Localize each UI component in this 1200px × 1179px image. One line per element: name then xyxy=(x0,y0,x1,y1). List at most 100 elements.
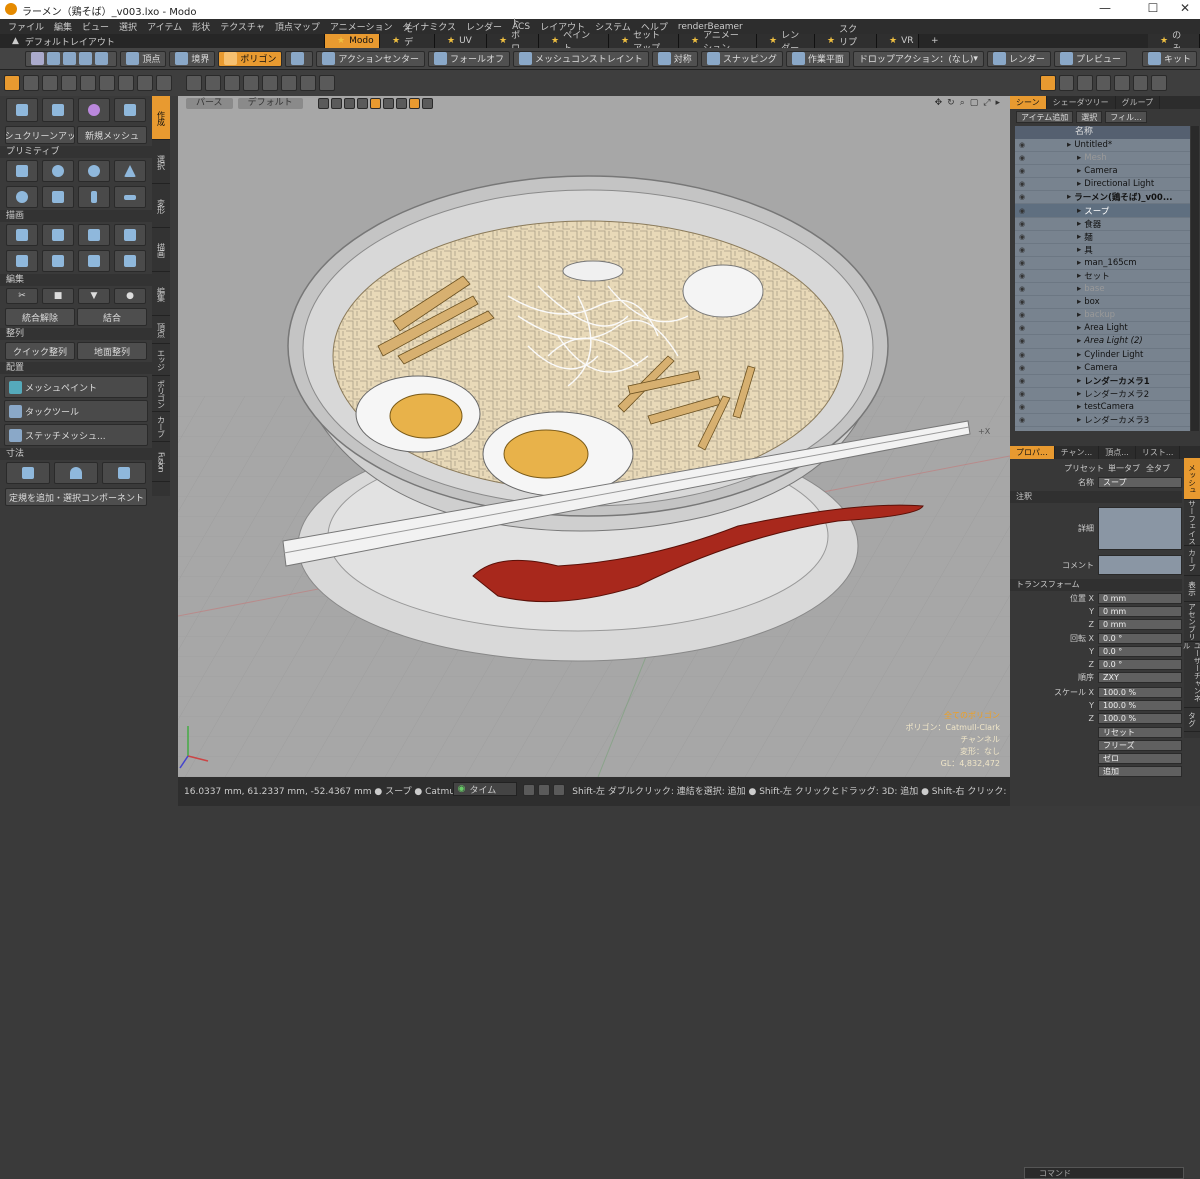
key-icon[interactable] xyxy=(538,784,551,796)
menu-view[interactable]: ビュー xyxy=(82,20,109,33)
plane-icon[interactable] xyxy=(114,186,146,208)
visibility-eye-icon[interactable]: ◉ xyxy=(1015,298,1029,306)
menu-texture[interactable]: テクスチャ xyxy=(220,20,265,33)
mesh-cleanup-button[interactable]: メッシュクリーンアップ... xyxy=(5,126,75,144)
filter-button[interactable]: フィル... xyxy=(1105,110,1147,123)
tab-groups[interactable]: グループ xyxy=(1116,96,1161,109)
visibility-eye-icon[interactable]: ◉ xyxy=(1015,324,1029,332)
edit-section[interactable]: 編集 xyxy=(0,274,152,286)
snap-grid-icon[interactable] xyxy=(205,75,221,91)
ground-align-button[interactable]: 地面整列 xyxy=(77,342,147,360)
command-input[interactable]: コマンド xyxy=(1024,1167,1184,1179)
tab-modo[interactable]: ★ Modo xyxy=(325,34,380,48)
filter-icon[interactable] xyxy=(356,97,368,109)
curve-draw-icon[interactable] xyxy=(6,250,38,272)
add-tab-button[interactable]: + xyxy=(919,34,943,48)
preset-label[interactable]: プリセット xyxy=(1010,463,1108,474)
maximize-button[interactable]: ☐ xyxy=(1138,1,1168,15)
tab-animation[interactable]: ★アニメーション xyxy=(679,31,757,54)
torus-icon[interactable] xyxy=(6,186,38,208)
single-tab-option[interactable]: 単一タブ xyxy=(1108,463,1140,474)
visibility-eye-icon[interactable]: ◉ xyxy=(1015,272,1029,280)
unmerge-button[interactable]: 統合解除 xyxy=(5,308,75,326)
snapping-button[interactable]: スナッピング xyxy=(700,50,783,67)
fit-icon[interactable]: ▢ xyxy=(970,98,979,108)
element-move-icon[interactable] xyxy=(80,75,96,91)
spiral-icon[interactable] xyxy=(114,250,146,272)
rotate-view-icon[interactable]: ↻ xyxy=(947,98,955,108)
tab-vr[interactable]: ★ VR xyxy=(877,34,919,48)
visibility-eye-icon[interactable]: ◉ xyxy=(1015,377,1029,385)
tab-script[interactable]: ★スクリプト xyxy=(815,25,877,61)
comment-field[interactable] xyxy=(1098,555,1182,575)
display-icon[interactable] xyxy=(343,97,355,109)
workplane-tool-icon[interactable] xyxy=(137,75,153,91)
settings-icon[interactable] xyxy=(421,97,433,109)
select-tools[interactable] xyxy=(25,50,118,67)
ptab-surface[interactable]: サーフェイス xyxy=(1184,500,1200,546)
quick-align-button[interactable]: クイック整列 xyxy=(5,342,75,360)
scene-item[interactable]: ◉ ▸ セット xyxy=(1015,270,1190,284)
action-center-button[interactable]: アクションセンター xyxy=(316,50,425,67)
scale-y-field[interactable]: 100.0 % xyxy=(1098,700,1182,711)
menu-system[interactable]: システム xyxy=(595,20,631,33)
tab-channels[interactable]: チャン... xyxy=(1055,446,1100,459)
scene-item[interactable]: ◉ ▸ testCamera xyxy=(1015,401,1190,414)
lock-icon[interactable] xyxy=(408,97,420,109)
visibility-eye-icon[interactable]: ◉ xyxy=(1015,351,1029,359)
notes-section[interactable]: 注釈 xyxy=(1010,491,1182,503)
shaded-icon[interactable] xyxy=(262,75,278,91)
maximize-view-icon[interactable]: ⤢ xyxy=(983,98,990,108)
eye-icon[interactable] xyxy=(382,97,394,109)
tab-render[interactable]: ★レンダー xyxy=(757,31,815,54)
visibility-eye-icon[interactable]: ◉ xyxy=(1015,220,1029,228)
add-item-button[interactable]: アイテム追加 xyxy=(1016,110,1074,123)
vtab-polygon[interactable]: ポリゴン xyxy=(152,376,170,412)
pivot-tool-icon[interactable] xyxy=(118,75,134,91)
rotation-y-field[interactable]: 0.0 ° xyxy=(1098,646,1182,657)
tab-uv[interactable]: ★ UV xyxy=(435,34,487,48)
place-section[interactable]: 配置 xyxy=(0,362,152,374)
scene-item[interactable]: ◉ ▸ レンダーカメラ2 xyxy=(1015,388,1190,401)
scene-item[interactable]: ◉ ▸ Mesh xyxy=(1015,152,1190,166)
sketch-icon[interactable] xyxy=(42,224,74,246)
transform-icon-button[interactable] xyxy=(6,98,38,122)
visibility-eye-icon[interactable]: ◉ xyxy=(1015,233,1029,241)
visibility-eye-icon[interactable]: ◉ xyxy=(1015,311,1029,319)
menu-item[interactable]: アイテム xyxy=(147,20,182,33)
pen-icon[interactable] xyxy=(6,224,38,246)
visibility-eye-icon[interactable]: ◉ xyxy=(1015,193,1029,201)
perspective-label[interactable]: パース xyxy=(186,97,233,109)
ruler-icon[interactable] xyxy=(6,462,50,484)
dimension-section[interactable]: 寸法 xyxy=(0,448,152,460)
grid-icon[interactable] xyxy=(186,75,202,91)
item-mode-button[interactable] xyxy=(285,50,314,67)
zero-dropdown[interactable]: ゼロ xyxy=(1098,753,1182,764)
capsule-icon[interactable] xyxy=(78,160,110,182)
sphere-preview-icon[interactable] xyxy=(1077,75,1093,91)
tab-properties[interactable]: プロパ... xyxy=(1010,446,1055,459)
scene-item[interactable]: ◉ ▸ base xyxy=(1015,283,1190,297)
scene-item[interactable]: ◉ ▸ Untitled* xyxy=(1015,139,1190,153)
minimize-button[interactable]: — xyxy=(1090,1,1120,15)
material-icon[interactable] xyxy=(1058,75,1075,91)
reset-dropdown[interactable]: リセット xyxy=(1098,727,1182,738)
scene-item[interactable]: ◉ ▸ Camera xyxy=(1015,362,1190,375)
render-button[interactable]: レンダー xyxy=(986,50,1051,67)
freeze-dropdown[interactable]: フリーズ xyxy=(1098,740,1182,751)
visibility-eye-icon[interactable]: ◉ xyxy=(1015,180,1029,188)
vtab-draw[interactable]: 描画 xyxy=(152,228,170,272)
scene-item[interactable]: ◉ ▸ レンダーカメラ3 xyxy=(1015,414,1190,428)
cylinder-icon[interactable] xyxy=(42,186,74,208)
vtab-vertex[interactable]: 頂点 xyxy=(152,316,170,344)
rotate-icon-button[interactable] xyxy=(78,98,110,122)
ptab-display[interactable]: 表示 xyxy=(1184,576,1200,602)
merge-button[interactable]: 結合 xyxy=(77,308,147,326)
grid-toggle-icon[interactable] xyxy=(395,97,407,109)
tab-model[interactable]: ★モデル xyxy=(380,25,435,61)
assembly-icon[interactable] xyxy=(1151,75,1168,91)
align-section[interactable]: 整列 xyxy=(0,328,152,340)
mesh-constraint-button[interactable]: メッシュコンストレイント xyxy=(512,50,649,67)
ptab-mesh[interactable]: メッシュ xyxy=(1184,458,1200,500)
visibility-eye-icon[interactable]: ◉ xyxy=(1015,167,1029,175)
